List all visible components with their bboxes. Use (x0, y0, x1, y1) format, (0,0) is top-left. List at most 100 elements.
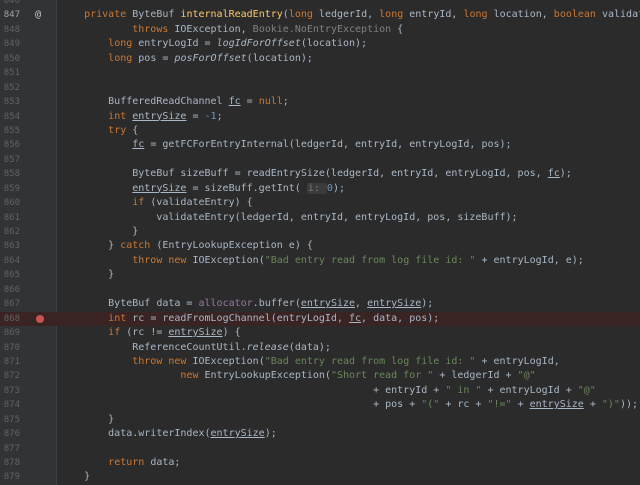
line-number[interactable]: 872 (0, 369, 20, 383)
code-text: } (60, 471, 91, 483)
line-number[interactable]: 862 (0, 225, 20, 239)
code-line[interactable]: 858 ByteBuf sizeBuff = readEntrySize(led… (0, 167, 640, 181)
override-icon[interactable]: @ (35, 8, 41, 22)
code-line[interactable]: 849 long entryLogId = logIdForOffset(loc… (0, 37, 640, 51)
code-text: ReferenceCountUtil.release(data); (60, 341, 331, 353)
line-number[interactable]: 853 (0, 95, 20, 109)
code-text: } catch (EntryLookupException e) { (60, 240, 313, 252)
code-line[interactable]: 878 return data; (0, 456, 640, 470)
line-number[interactable]: 873 (0, 384, 20, 398)
code-text: int entrySize = -1; (108, 110, 223, 122)
line-number[interactable]: 856 (0, 138, 20, 152)
code-line[interactable]: 848 throws IOException, Bookie.NoEntryEx… (0, 23, 640, 37)
code-text: long pos = posForOffset(location); (108, 52, 313, 64)
code-line[interactable]: 861 validateEntry(ledgerId, entryId, ent… (0, 211, 640, 225)
line-number[interactable]: 846 (0, 0, 20, 8)
code-text: return data; (108, 457, 181, 468)
code-line[interactable]: 874 + pos + "(" + rc + "!=" + entrySize … (0, 398, 640, 412)
code-text: ByteBuf data = allocator.buffer(entrySiz… (60, 298, 434, 310)
code-line[interactable]: 865 } (0, 268, 640, 282)
code-line[interactable]: 850 long pos = posForOffset(location); (0, 52, 640, 66)
code-line[interactable]: 859 entrySize = sizeBuff.getInt( i: 0); (0, 182, 640, 196)
line-number[interactable]: 850 (0, 52, 20, 66)
code-text: + pos + "(" + rc + "!=" + entrySize + ")… (60, 399, 638, 411)
code-text: throw new IOException("Bad entry read fr… (132, 355, 560, 367)
code-text: long entryLogId = logIdForOffset(locatio… (108, 38, 368, 50)
code-line[interactable]: 854 int entrySize = -1; (0, 110, 640, 124)
line-number[interactable]: 851 (0, 66, 20, 80)
line-number[interactable]: 870 (0, 341, 20, 355)
code-text: if (validateEntry) { (132, 197, 253, 209)
code-line[interactable]: 872 new EntryLookupException("Short read… (0, 369, 640, 383)
code-text: + entryId + " in " + entryLogId + "@" (60, 384, 596, 396)
code-text: new EntryLookupException("Short read for… (180, 370, 536, 382)
line-number[interactable]: 876 (0, 427, 20, 441)
line-number[interactable]: 852 (0, 81, 20, 95)
code-line[interactable]: 867 ByteBuf data = allocator.buffer(entr… (0, 297, 640, 311)
line-number[interactable]: 857 (0, 153, 20, 167)
code-text: } (60, 269, 115, 281)
line-number[interactable]: 867 (0, 297, 20, 311)
line-number[interactable]: 859 (0, 182, 20, 196)
line-number[interactable]: 871 (0, 355, 20, 369)
code-text: throw new IOException("Bad entry read fr… (132, 254, 584, 266)
line-number[interactable]: 865 (0, 268, 20, 282)
code-line[interactable]: 853 BufferedReadChannel fc = null; (0, 95, 640, 109)
line-number[interactable]: 878 (0, 456, 20, 470)
code-text: if (rc != entrySize) { (108, 327, 241, 339)
code-editor[interactable]: 846 847 @ private ByteBuf internalReadEntr… (0, 0, 640, 485)
code-text: data.writerIndex(entrySize); (60, 428, 277, 440)
code-line[interactable]: 871 throw new IOException("Bad entry rea… (0, 355, 640, 369)
code-line[interactable]: 863 } catch (EntryLookupException e) { (0, 239, 640, 253)
code-line[interactable]: 862 } (0, 225, 640, 239)
line-number[interactable]: 860 (0, 196, 20, 210)
code-text: try { (108, 124, 139, 136)
code-line[interactable]: 870 ReferenceCountUtil.release(data); (0, 341, 640, 355)
line-number[interactable]: 854 (0, 110, 20, 124)
line-number[interactable]: 848 (0, 23, 20, 37)
code-text: } (60, 413, 115, 425)
code-line[interactable]: 873 + entryId + " in " + entryLogId + "@… (0, 384, 640, 398)
code-line[interactable]: 869 if (rc != entrySize) { (0, 326, 640, 340)
code-line[interactable]: 877 (0, 442, 640, 456)
code-text: entrySize = sizeBuff.getInt( i: 0); (132, 182, 345, 194)
code-line[interactable]: 866 (0, 283, 640, 297)
line-number[interactable]: 879 (0, 470, 20, 484)
code-text: validateEntry(ledgerId, entryId, entryLo… (60, 211, 518, 223)
line-number[interactable]: 866 (0, 283, 20, 297)
code-text: fc = getFCForEntryInternal(ledgerId, ent… (132, 139, 512, 151)
line-number[interactable]: 875 (0, 413, 20, 427)
code-line[interactable]: 875 } (0, 413, 640, 427)
code-line[interactable]: 879 } (0, 470, 640, 484)
code-line[interactable]: 864 throw new IOException("Bad entry rea… (0, 254, 640, 268)
code-line[interactable]: 846 (0, 0, 640, 8)
breakpoint-icon[interactable] (36, 314, 44, 323)
line-number[interactable]: 861 (0, 211, 20, 225)
line-number[interactable]: 847 (0, 8, 20, 22)
line-number[interactable]: 849 (0, 37, 20, 51)
code-text: throws IOException, Bookie.NoEntryExcept… (132, 23, 404, 35)
line-number[interactable]: 868 (0, 312, 20, 326)
code-text: ByteBuf sizeBuff = readEntrySize(ledgerI… (60, 168, 572, 180)
line-number[interactable]: 863 (0, 239, 20, 253)
code-lines: 846 847 @ private ByteBuf internalReadEntr… (0, 0, 640, 485)
code-line[interactable]: 847 @ private ByteBuf internalReadEntry(l… (0, 8, 640, 22)
line-number[interactable]: 877 (0, 442, 20, 456)
code-line[interactable]: 868 int rc = readFromLogChannel(entryLog… (0, 311, 640, 327)
code-line[interactable]: 855 try { (0, 124, 640, 138)
code-text: private ByteBuf internalReadEntry(long l… (84, 9, 640, 21)
code-line[interactable]: 856 fc = getFCForEntryInternal(ledgerId,… (0, 138, 640, 152)
code-line[interactable]: 860 if (validateEntry) { (0, 196, 640, 210)
line-number[interactable]: 858 (0, 167, 20, 181)
code-line[interactable]: 857 (0, 153, 640, 167)
code-line[interactable]: 851 (0, 66, 640, 80)
line-number[interactable]: 864 (0, 254, 20, 268)
line-number[interactable]: 855 (0, 124, 20, 138)
code-text: } (60, 226, 139, 237)
code-line[interactable]: 876 data.writerIndex(entrySize); (0, 427, 640, 441)
line-number[interactable]: 874 (0, 398, 20, 412)
code-text: int rc = readFromLogChannel(entryLogId, … (108, 312, 440, 324)
code-line[interactable]: 852 (0, 81, 640, 95)
line-number[interactable]: 869 (0, 326, 20, 340)
code-text: BufferedReadChannel fc = null; (60, 96, 289, 108)
